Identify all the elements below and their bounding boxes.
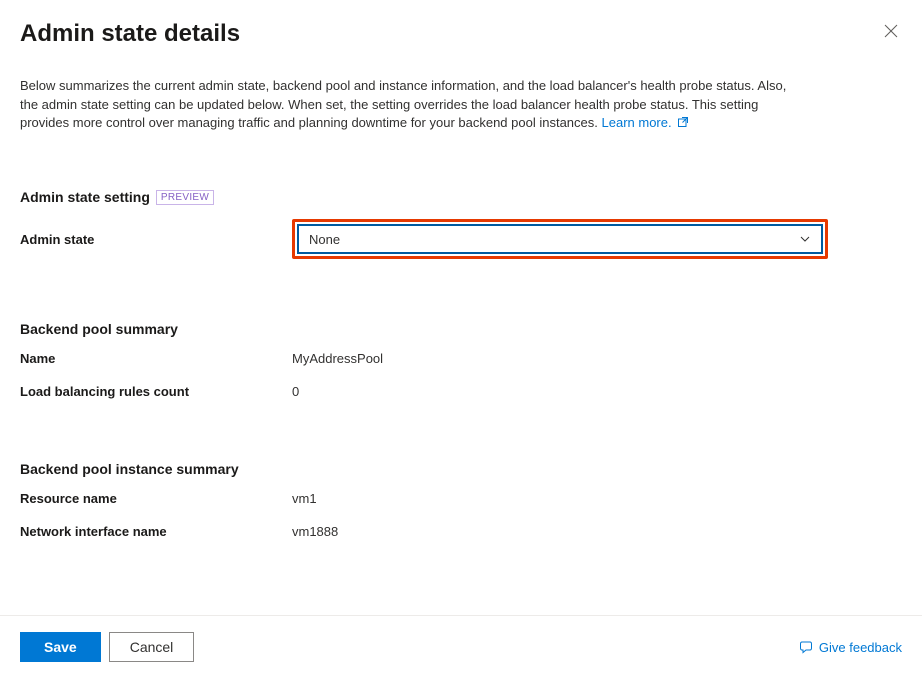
learn-more-link[interactable]: Learn more. (602, 115, 690, 130)
admin-state-value: None (309, 232, 340, 247)
field-label: Resource name (20, 491, 292, 506)
feedback-icon (799, 640, 813, 654)
field-value: vm1 (292, 491, 317, 506)
page-title: Admin state details (20, 20, 240, 49)
panel-description: Below summarizes the current admin state… (20, 77, 800, 134)
panel-header: Admin state details (20, 20, 902, 49)
field-value: vm1888 (292, 524, 338, 539)
backend-pool-instance-heading: Backend pool instance summary (20, 461, 902, 477)
preview-badge: PREVIEW (156, 190, 214, 205)
footer: Save Cancel Give feedback (0, 615, 922, 678)
field-label: Network interface name (20, 524, 292, 539)
admin-state-label: Admin state (20, 232, 292, 247)
external-link-icon (677, 115, 689, 134)
field-label: Load balancing rules count (20, 384, 292, 399)
admin-state-highlight: None (292, 219, 828, 259)
backend-pool-summary-heading: Backend pool summary (20, 321, 902, 337)
save-button[interactable]: Save (20, 632, 101, 662)
resource-name-row: Resource name vm1 (20, 491, 902, 506)
close-icon (884, 24, 898, 38)
give-feedback-link[interactable]: Give feedback (799, 640, 902, 655)
field-value: 0 (292, 384, 299, 399)
close-button[interactable] (880, 20, 902, 46)
admin-state-dropdown[interactable]: None (297, 224, 823, 254)
network-interface-row: Network interface name vm1888 (20, 524, 902, 539)
lb-rules-count-row: Load balancing rules count 0 (20, 384, 902, 399)
field-value: MyAddressPool (292, 351, 383, 366)
field-label: Name (20, 351, 292, 366)
cancel-button[interactable]: Cancel (109, 632, 195, 662)
admin-state-heading: Admin state setting PREVIEW (20, 189, 902, 205)
admin-state-row: Admin state None (20, 219, 902, 259)
backend-pool-name-row: Name MyAddressPool (20, 351, 902, 366)
chevron-down-icon (799, 233, 811, 245)
